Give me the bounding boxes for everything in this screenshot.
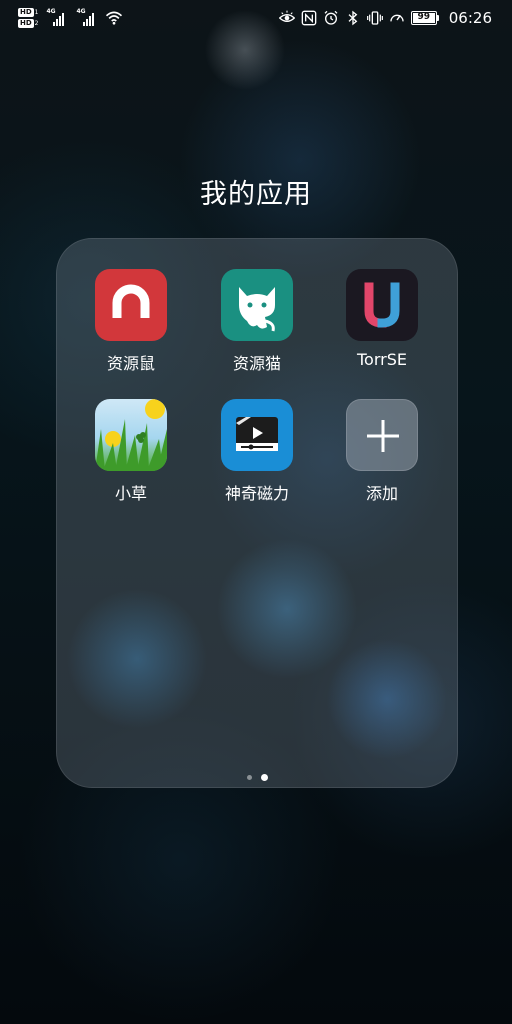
- cat-icon[interactable]: [221, 269, 293, 341]
- video-player-icon[interactable]: [221, 399, 293, 471]
- page-dot-2[interactable]: [260, 774, 268, 781]
- app-shenqi-cili[interactable]: 神奇磁力: [202, 399, 312, 504]
- hd-badge-2: HD: [18, 19, 34, 28]
- app-ziyuanmao[interactable]: 资源猫: [202, 269, 312, 374]
- bluetooth-icon: [348, 10, 358, 26]
- app-label: 资源猫: [232, 354, 281, 373]
- eye-comfort-icon: [278, 10, 295, 22]
- grass-flower-icon[interactable]: [95, 399, 167, 471]
- battery-percent: 99: [417, 12, 431, 22]
- app-label: 小草: [114, 484, 147, 503]
- page-dot-1[interactable]: [246, 775, 252, 780]
- volte-indicators: HD 1 HD 2: [18, 8, 39, 28]
- app-ziyuanshu[interactable]: 资源鼠: [76, 269, 186, 374]
- status-right: 99 06:26: [278, 4, 492, 32]
- folder-title[interactable]: 我的应用: [0, 172, 512, 211]
- clock: 06:26: [448, 9, 492, 27]
- page-indicator[interactable]: [57, 774, 457, 781]
- app-folder: 资源鼠 资源猫 TorrSE 小草 神奇磁力 添加: [56, 238, 458, 788]
- plus-icon[interactable]: [346, 399, 418, 471]
- vibrate-icon: [366, 11, 383, 25]
- nfc-icon: [301, 10, 317, 26]
- app-torrse[interactable]: TorrSE: [327, 269, 437, 369]
- battery-icon: 99: [410, 11, 439, 25]
- magnet-icon[interactable]: [95, 269, 167, 341]
- signal-icon-1: 4G: [47, 8, 69, 26]
- sim1-number: 1: [34, 8, 39, 16]
- status-left: HD 1 HD 2 4G 4G: [18, 4, 123, 32]
- signal-icon-2: 4G: [77, 8, 99, 26]
- app-label: 资源鼠: [106, 354, 155, 373]
- sim1-hd: HD 1: [18, 8, 39, 17]
- alarm-icon: [324, 10, 338, 25]
- add-app-button[interactable]: 添加: [327, 399, 437, 504]
- app-label: 添加: [365, 484, 398, 503]
- app-label: TorrSE: [357, 350, 407, 369]
- wifi-icon: [105, 11, 122, 25]
- speedometer-icon: [390, 14, 404, 22]
- hd-badge-1: HD: [18, 8, 34, 17]
- status-bar: HD 1 HD 2 4G 4G 99 06:26: [0, 0, 512, 36]
- app-xiaocao[interactable]: 小草: [76, 399, 186, 504]
- sim2-hd: HD 2: [18, 19, 39, 28]
- u-logo-icon[interactable]: [346, 269, 418, 341]
- app-label: 神奇磁力: [224, 484, 289, 503]
- sim2-number: 2: [34, 19, 39, 27]
